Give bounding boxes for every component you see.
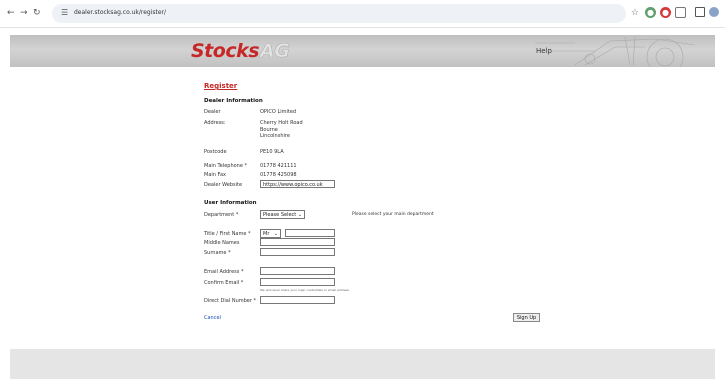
surname-label: Surname *	[204, 250, 231, 256]
direct-dial-label: Direct Dial Number *	[204, 298, 257, 304]
department-label: Department *	[204, 212, 239, 218]
site-settings-icon[interactable]: ☰	[61, 8, 68, 17]
department-note: Please select your main department	[352, 212, 434, 217]
profile-avatar-icon[interactable]	[709, 7, 719, 17]
fax-value: 01778 425098	[260, 172, 297, 178]
email-hint: We will never share your login credentia…	[260, 288, 350, 292]
postcode-value: PE10 9LA	[260, 149, 284, 155]
website-input[interactable]: https://www.opico.co.uk	[260, 180, 335, 188]
site-header: StocksAG Help	[10, 35, 715, 67]
telephone-value: 01778 421111	[260, 163, 297, 169]
address-line: Cherry Holt Road	[260, 120, 303, 126]
extension-icon[interactable]: ●	[645, 7, 656, 18]
user-information-heading: User Information	[204, 200, 257, 206]
logo-stocks-text: Stocks	[191, 40, 260, 62]
dealer-label: Dealer	[204, 109, 221, 115]
email-label: Email Address *	[204, 269, 244, 275]
forward-arrow-icon[interactable]: →	[20, 8, 28, 18]
address-label: Address:	[204, 120, 226, 126]
postcode-label: Postcode	[204, 149, 227, 155]
sidebar-icon[interactable]	[695, 7, 705, 17]
title-select[interactable]: Mr ⌄	[260, 229, 281, 238]
email-input[interactable]	[260, 267, 335, 275]
address-bar[interactable]: ☰ dealer.stocksag.co.uk/register/ ☆	[52, 4, 639, 23]
confirm-email-input[interactable]	[260, 278, 335, 286]
browser-toolbar: ← → ↻ ☰ dealer.stocksag.co.uk/register/ …	[0, 0, 725, 28]
site-footer	[10, 349, 715, 379]
telephone-label: Main Telephone *	[204, 163, 248, 169]
chevron-down-icon: ⌄	[297, 212, 302, 218]
reload-icon[interactable]: ↻	[33, 8, 41, 18]
website-label: Dealer Website	[204, 182, 243, 188]
title-first-name-label: Title / First Name *	[204, 231, 251, 237]
extensions-puzzle-icon[interactable]	[675, 7, 686, 18]
machinery-sketch-decoration	[535, 36, 696, 67]
dealer-information-heading: Dealer Information	[204, 98, 263, 104]
bookmark-star-icon[interactable]: ☆	[631, 8, 639, 18]
adblock-icon[interactable]: ●	[660, 7, 671, 18]
address-line: Lincolnshire	[260, 133, 290, 139]
address-value: Cherry Holt Road Bourne Lincolnshire	[260, 120, 303, 140]
first-name-input[interactable]	[285, 229, 335, 237]
page-title: Register	[204, 82, 238, 90]
surname-input[interactable]	[260, 248, 335, 256]
back-arrow-icon[interactable]: ←	[7, 8, 15, 18]
department-selected-value: Please Select	[263, 212, 297, 218]
direct-dial-input[interactable]	[260, 296, 335, 304]
sign-up-button[interactable]: Sign Up	[513, 313, 540, 322]
cancel-link[interactable]: Cancel	[204, 315, 221, 321]
chevron-down-icon: ⌄	[273, 231, 278, 237]
title-selected-value: Mr	[263, 231, 270, 237]
logo-ag-text: AG	[260, 40, 290, 63]
department-select[interactable]: Please Select ⌄	[260, 210, 305, 219]
address-url: dealer.stocksag.co.uk/register/	[74, 9, 167, 16]
stocks-ag-logo[interactable]: StocksAG	[191, 40, 290, 63]
middle-names-input[interactable]	[260, 238, 335, 246]
confirm-email-label: Confirm Email *	[204, 280, 244, 286]
dealer-value: OPICO Limited	[260, 109, 297, 115]
fax-label: Main Fax	[204, 172, 226, 178]
middle-names-label: Middle Names	[204, 240, 240, 246]
